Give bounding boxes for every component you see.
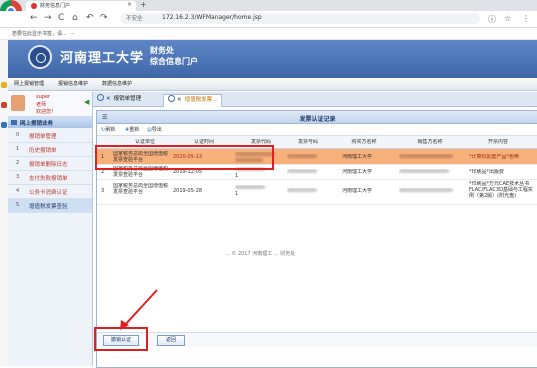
annotation-arrow-icon — [120, 289, 158, 330]
